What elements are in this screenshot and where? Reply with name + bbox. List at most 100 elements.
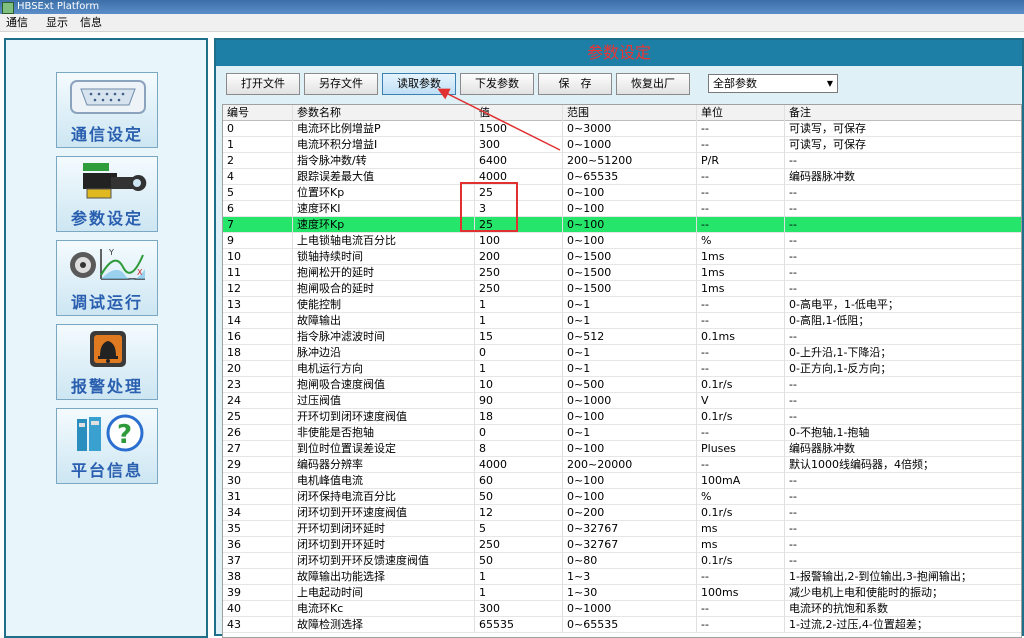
table-row[interactable]: 25 开环切到闭环速度阀值 18 0~100 0.1r/s -- <box>223 409 1021 425</box>
param-value-cell[interactable]: 10 <box>475 377 563 393</box>
param-value-cell[interactable]: 1 <box>475 569 563 585</box>
nav-alarm-handling[interactable]: 报警处理 <box>56 324 158 400</box>
param-filter-select[interactable]: 全部参数 ▼ <box>708 74 838 93</box>
param-value-cell[interactable]: 250 <box>475 265 563 281</box>
table-row[interactable]: 12 抱闸吸合的延时 250 0~1500 1ms -- <box>223 281 1021 297</box>
table-row[interactable]: 1 电流环积分增益I 300 0~1000 -- 可读写，可保存 <box>223 137 1021 153</box>
param-value-cell[interactable]: 5 <box>475 521 563 537</box>
table-row[interactable]: 13 使能控制 1 0~1 -- 0-高电平，1-低电平； <box>223 297 1021 313</box>
param-value-cell[interactable]: 200 <box>475 249 563 265</box>
param-value-cell[interactable]: 8 <box>475 441 563 457</box>
param-value-cell[interactable]: 15 <box>475 329 563 345</box>
param-value-cell[interactable]: 4000 <box>475 457 563 473</box>
param-value-cell[interactable]: 0 <box>475 425 563 441</box>
param-range-cell: 0~1 <box>563 425 697 441</box>
param-note-cell: -- <box>785 473 1021 489</box>
param-note-cell: 可读写，可保存 <box>785 137 1021 153</box>
column-header[interactable]: 编号 <box>223 105 293 121</box>
param-value-cell[interactable]: 250 <box>475 281 563 297</box>
column-header[interactable]: 参数名称 <box>293 105 475 121</box>
nav-platform-info[interactable]: ? 平台信息 <box>56 408 158 484</box>
column-header[interactable]: 备注 <box>785 105 1021 121</box>
param-unit-cell: -- <box>697 169 785 185</box>
param-name-cell: 电机峰值电流 <box>293 473 475 489</box>
nav-param-settings[interactable]: 参数设定 <box>56 156 158 232</box>
table-row[interactable]: 34 闭环切到开环速度阀值 12 0~200 0.1r/s -- <box>223 505 1021 521</box>
param-note-cell: -- <box>785 249 1021 265</box>
table-row[interactable]: 4 跟踪误差最大值 4000 0~65535 -- 编码器脉冲数 <box>223 169 1021 185</box>
restore-factory-button[interactable]: 恢复出厂 <box>616 73 690 95</box>
table-row[interactable]: 31 闭环保持电流百分比 50 0~100% -- <box>223 489 1021 505</box>
table-row[interactable]: 24 过压阀值 90 0~1000 V -- <box>223 393 1021 409</box>
table-row[interactable]: 35 开环切到闭环延时 5 0~32767 ms -- <box>223 521 1021 537</box>
param-value-cell[interactable]: 1 <box>475 313 563 329</box>
table-row[interactable]: 14 故障输出 1 0~1 -- 0-高阻,1-低阻； <box>223 313 1021 329</box>
param-unit-cell: -- <box>697 569 785 585</box>
table-row[interactable]: 20 电机运行方向 1 0~1 -- 0-正方向,1-反方向； <box>223 361 1021 377</box>
param-value-cell[interactable]: 300 <box>475 601 563 617</box>
read-params-button[interactable]: 读取参数 <box>382 73 456 95</box>
svg-text:?: ? <box>117 420 132 450</box>
param-value-cell[interactable]: 50 <box>475 553 563 569</box>
help-info-icon: ? <box>77 414 144 452</box>
table-row[interactable]: 30 电机峰值电流 60 0~100 100mA -- <box>223 473 1021 489</box>
param-id-cell: 27 <box>223 441 293 457</box>
save-button[interactable]: 保 存 <box>538 73 612 95</box>
param-value-cell[interactable]: 65535 <box>475 617 563 633</box>
table-row[interactable]: 26 非使能是否抱轴 0 0~1 -- 0-不抱轴,1-抱轴 <box>223 425 1021 441</box>
table-row[interactable]: 38 故障输出功能选择 1 1~3 -- 1-报警输出,2-到位输出,3-抱闸输出； <box>223 569 1021 585</box>
param-name-cell: 到位时位置误差设定 <box>293 441 475 457</box>
param-value-cell[interactable]: 0 <box>475 345 563 361</box>
table-row[interactable]: 36 闭环切到开环延时 250 0~32767 ms -- <box>223 537 1021 553</box>
table-row[interactable]: 11 抱闸松开的延时 250 0~1500 1ms -- <box>223 265 1021 281</box>
table-row[interactable]: 5 位置环Kp 25 0~100 -- -- <box>223 185 1021 201</box>
param-value-cell[interactable]: 90 <box>475 393 563 409</box>
param-name-cell: 闭环切到开环速度阀值 <box>293 505 475 521</box>
column-header[interactable]: 单位 <box>697 105 785 121</box>
table-row[interactable]: 10 锁轴持续时间 200 0~1500 1ms -- <box>223 249 1021 265</box>
column-header[interactable]: 值 <box>475 105 563 121</box>
open-file-button[interactable]: 打开文件 <box>226 73 300 95</box>
table-row[interactable]: 23 抱闸吸合速度阀值 10 0~500 0.1r/s -- <box>223 377 1021 393</box>
table-row[interactable]: 39 上电起动时间 1 1~30 100ms 减少电机上电和使能时的振动； <box>223 585 1021 601</box>
param-value-cell[interactable]: 18 <box>475 409 563 425</box>
param-value-cell[interactable]: 50 <box>475 489 563 505</box>
nav-comm-settings[interactable]: 通信设定 <box>56 72 158 148</box>
chevron-down-icon: ▼ <box>826 79 833 88</box>
param-name-cell: 上电起动时间 <box>293 585 475 601</box>
param-value-cell[interactable]: 1500 <box>475 121 563 137</box>
menu-item-info[interactable]: 信息 <box>80 14 102 31</box>
table-row[interactable]: 27 到位时位置误差设定 8 0~100 Pluses 编码器脉冲数 <box>223 441 1021 457</box>
param-range-cell: 0~100 <box>563 409 697 425</box>
table-row[interactable]: 0 电流环比例增益P 1500 0~3000 -- 可读写，可保存 <box>223 121 1021 137</box>
param-value-cell[interactable]: 60 <box>475 473 563 489</box>
param-value-cell[interactable]: 1 <box>475 585 563 601</box>
param-id-cell: 34 <box>223 505 293 521</box>
param-value-cell[interactable]: 1 <box>475 361 563 377</box>
table-row[interactable]: 43 故障检测选择 65535 0~65535 -- 1-过流,2-过压,4-位置超差； <box>223 617 1021 633</box>
table-row[interactable]: 29 编码器分辨率 4000 200~20000 -- 默认1000线编码器，4倍频； <box>223 457 1021 473</box>
table-row[interactable]: 40 电流环Kc 300 0~1000 -- 电流环的抗饱和系数 <box>223 601 1021 617</box>
nav-debug-run[interactable]: Y X 调试运行 <box>56 240 158 316</box>
param-value-cell[interactable]: 250 <box>475 537 563 553</box>
param-value-cell[interactable]: 300 <box>475 137 563 153</box>
param-id-cell: 9 <box>223 233 293 249</box>
param-range-cell: 0~80 <box>563 553 697 569</box>
table-row[interactable]: 6 速度环KI 3 0~100 -- -- <box>223 201 1021 217</box>
table-row[interactable]: 18 脉冲边沿 0 0~1 -- 0-上升沿,1-下降沿； <box>223 345 1021 361</box>
table-row[interactable]: 16 指令脉冲滤波时间 15 0~512 0.1ms -- <box>223 329 1021 345</box>
save-as-button[interactable]: 另存文件 <box>304 73 378 95</box>
table-row[interactable]: 2 指令脉冲数/转 6400 200~51200 P/R -- <box>223 153 1021 169</box>
param-value-cell[interactable]: 100 <box>475 233 563 249</box>
table-row[interactable]: 7 速度环Kp 25 0~100 -- -- <box>223 217 1021 233</box>
column-header[interactable]: 范围 <box>563 105 697 121</box>
table-row[interactable]: 37 闭环切到开环反馈速度阀值 50 0~80 0.1r/s -- <box>223 553 1021 569</box>
menu-item-comm[interactable]: 通信 <box>6 14 28 31</box>
param-id-cell: 10 <box>223 249 293 265</box>
menu-item-display[interactable]: 显示 <box>46 14 68 31</box>
param-value-cell[interactable]: 12 <box>475 505 563 521</box>
table-row[interactable]: 9 上电锁轴电流百分比 100 0~100% -- <box>223 233 1021 249</box>
download-params-button[interactable]: 下发参数 <box>460 73 534 95</box>
param-value-cell[interactable]: 1 <box>475 297 563 313</box>
param-value-cell[interactable]: 6400 <box>475 153 563 169</box>
